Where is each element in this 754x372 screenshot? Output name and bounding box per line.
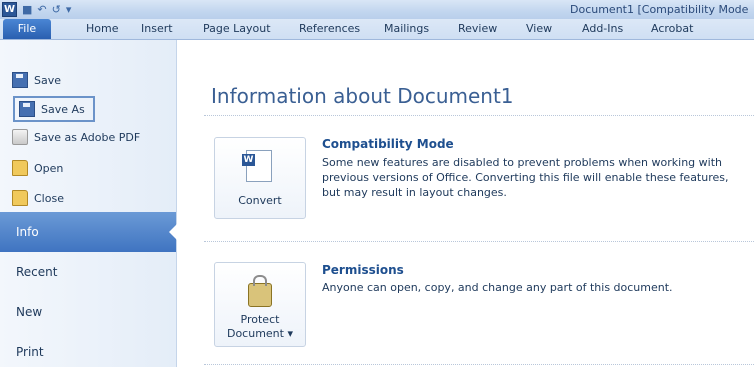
save-as-icon [19,101,35,117]
page-title: Information about Document1 [211,84,514,108]
tab-add-ins[interactable]: Add-Ins [582,19,623,39]
compatibility-heading: Compatibility Mode [322,137,454,151]
protect-document-label: Document ▾ [226,327,293,340]
divider [204,364,754,365]
tab-mailings[interactable]: Mailings [384,19,429,39]
compatibility-description: Some new features are disabled to preven… [322,156,729,199]
protect-label: Protect [240,313,280,326]
tab-acrobat[interactable]: Acrobat [651,19,693,39]
tab-page-layout[interactable]: Page Layout [203,19,271,39]
quick-access-toolbar: W ■ ↶ ↺ ▾ [2,1,71,18]
divider [204,115,754,116]
word-app-icon[interactable]: W [2,2,17,17]
ribbon-tabs: File Home Insert Page Layout References … [0,19,754,40]
close-command[interactable]: Close [12,188,64,208]
convert-label: Convert [238,194,282,207]
tab-view[interactable]: View [526,19,552,39]
close-folder-icon [12,190,28,206]
tab-file[interactable]: File [3,19,51,39]
quick-save-icon[interactable]: ■ [22,2,32,17]
open-command[interactable]: Open [12,158,63,178]
tab-references[interactable]: References [299,19,360,39]
save-icon [12,72,28,88]
convert-document-icon: W [242,150,272,182]
tab-review[interactable]: Review [458,19,497,39]
save-command[interactable]: Save [12,70,61,90]
nav-recent[interactable]: Recent [0,252,176,292]
lock-icon [248,275,272,307]
save-as-command[interactable]: Save As [13,96,95,122]
tab-insert[interactable]: Insert [141,19,173,39]
permissions-heading: Permissions [322,263,404,277]
word-badge-icon: W [242,154,255,166]
save-label: Save [34,73,62,87]
nav-print[interactable]: Print [0,332,176,372]
close-label: Close [34,191,64,205]
nav-new[interactable]: New [0,292,176,332]
window-title: Document1 [Compatibility Mode [570,3,749,16]
convert-button[interactable]: W Convert [214,137,306,219]
protect-document-button[interactable]: Protect Document ▾ [214,262,306,347]
undo-icon[interactable]: ↶ [37,2,46,17]
open-label: Open [34,161,64,175]
permissions-description: Anyone can open, copy, and change any pa… [322,281,673,294]
title-bar: W ■ ↶ ↺ ▾ Document1 [Compatibility Mode [0,0,754,19]
nav-info[interactable]: Info [0,212,177,252]
save-as-label: Save As [41,102,85,116]
tab-home[interactable]: Home [86,19,118,39]
divider [204,241,754,242]
open-folder-icon [12,160,28,176]
backstage-nav: Save Save As Save as Adobe PDF Open Clos… [0,40,177,367]
redo-icon[interactable]: ↺ [52,2,61,17]
customize-toolbar-icon[interactable]: ▾ [66,2,72,17]
pdf-icon [12,129,28,145]
save-as-pdf-command[interactable]: Save as Adobe PDF [12,127,140,147]
save-as-pdf-label: Save as Adobe PDF [34,130,141,144]
